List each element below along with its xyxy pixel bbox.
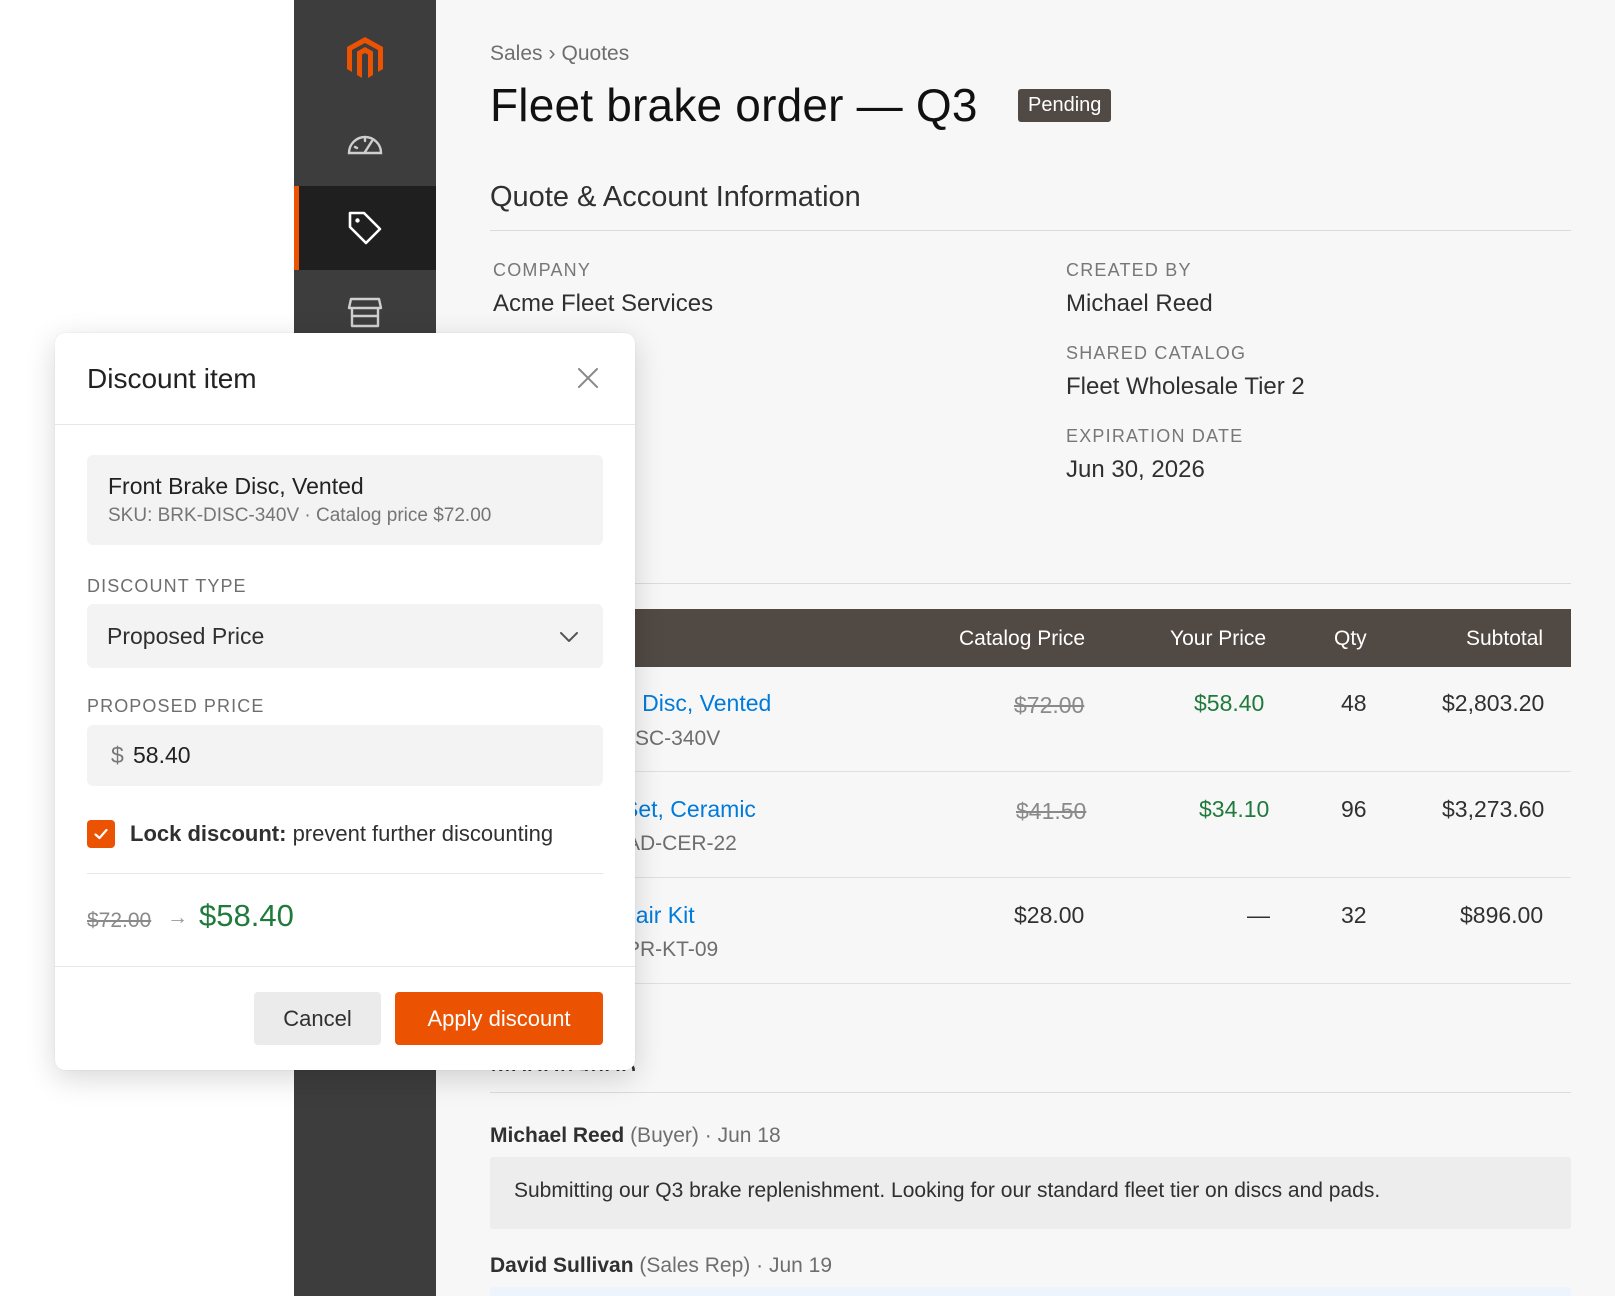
item-catalog-price: $41.50: [1016, 798, 1087, 824]
status-badge: Pending: [1018, 89, 1112, 122]
item-sku: AD-CER-22: [626, 832, 737, 855]
product-name: Front Brake Disc, Vented: [108, 473, 364, 499]
company-label: COMPANY: [493, 260, 592, 280]
page-title: Fleet brake order — Q3: [490, 79, 978, 131]
item-sku: PR-KT-09: [626, 938, 719, 961]
magento-logo-icon: [347, 37, 383, 78]
item-subtotal: $3,273.60: [1442, 796, 1545, 822]
store-icon: [347, 297, 383, 328]
section-divider: [490, 1092, 1571, 1093]
lock-discount-bold: Lock discount:: [130, 821, 287, 846]
breadcrumb-quotes-link[interactable]: Quotes: [562, 42, 630, 65]
shared-catalog-label: SHARED CATALOG: [1066, 343, 1247, 363]
item-catalog-price: $72.00: [1014, 692, 1085, 718]
items-table-header: Catalog Price Your Price Qty Subtotal: [490, 609, 1571, 667]
section-divider: [490, 583, 1571, 584]
item-qty: 96: [1341, 796, 1367, 822]
summary-divider: [87, 873, 603, 874]
item-sku: SC-340V: [635, 727, 721, 750]
magento-logo[interactable]: [294, 16, 436, 100]
column-qty: Qty: [1334, 627, 1367, 650]
checkmark-icon: [94, 828, 108, 840]
item-name-link[interactable]: Set, Ceramic: [623, 796, 756, 823]
message-bubble: Submitting our Q3 brake replenishment. L…: [490, 1157, 1571, 1229]
shared-catalog-value: Fleet Wholesale Tier 2: [1066, 373, 1305, 400]
item-your-price: —: [1247, 902, 1270, 928]
currency-symbol: $: [111, 742, 124, 768]
message-author: David Sullivan (Sales Rep) · Jun 19: [490, 1254, 832, 1278]
arrow-right-icon: →: [167, 906, 188, 929]
expiration-date-label: EXPIRATION DATE: [1066, 426, 1244, 446]
discount-type-value: Proposed Price: [107, 623, 265, 649]
tag-icon: [348, 211, 382, 245]
created-by-label: CREATED BY: [1066, 260, 1192, 280]
row-divider: [490, 771, 1571, 772]
item-subtotal: $896.00: [1460, 902, 1544, 928]
discount-type-label: DISCOUNT TYPE: [87, 576, 247, 596]
cancel-button[interactable]: Cancel: [254, 992, 381, 1045]
message-date: · Jun 18: [704, 1124, 781, 1147]
message-author-role: (Buyer): [630, 1124, 699, 1147]
message-author-name: Michael Reed: [490, 1124, 625, 1147]
item-qty: 32: [1341, 902, 1367, 928]
close-button[interactable]: [573, 363, 603, 393]
column-catalog-price: Catalog Price: [959, 627, 1086, 650]
item-name-link[interactable]: e Disc, Vented: [623, 690, 771, 717]
expiration-date-value: Jun 30, 2026: [1066, 456, 1205, 483]
message-author-name: David Sullivan: [490, 1254, 634, 1277]
breadcrumb-sales-link[interactable]: Sales: [490, 42, 543, 65]
item-your-price: $58.40: [1194, 690, 1265, 716]
summary-new-price: $58.40: [199, 898, 294, 933]
discount-type-select[interactable]: Proposed Price: [87, 604, 603, 668]
message-date: · Jun 19: [756, 1254, 833, 1277]
lock-discount-label: Lock discount: prevent further discounti…: [130, 821, 553, 847]
message-author-role: (Sales Rep): [639, 1254, 751, 1277]
item-your-price: $34.10: [1199, 796, 1270, 822]
proposed-price-value: 58.40: [133, 742, 191, 768]
breadcrumb-separator: ›: [548, 42, 556, 65]
item-catalog-price: $28.00: [1014, 902, 1085, 928]
apply-discount-button[interactable]: Apply discount: [395, 992, 603, 1045]
section-divider: [490, 230, 1571, 231]
modal-footer-divider: [55, 966, 635, 967]
dashboard-gauge-icon: [347, 135, 383, 155]
lock-discount-text: prevent further discounting: [286, 821, 554, 846]
message-bubble: [490, 1287, 1571, 1296]
nav-sales[interactable]: [294, 186, 436, 270]
chevron-down-icon: [560, 632, 578, 642]
summary-old-price: $72.00: [87, 909, 152, 932]
proposed-price-input[interactable]: $ 58.40: [87, 725, 603, 786]
nav-dashboard[interactable]: [294, 100, 436, 184]
close-icon: [578, 368, 598, 388]
product-meta: SKU: BRK-DISC-340V · Catalog price $72.0…: [108, 505, 492, 526]
column-your-price: Your Price: [1170, 627, 1267, 650]
lock-discount-checkbox[interactable]: [87, 820, 115, 848]
section-title-account: Quote & Account Information: [490, 181, 861, 213]
modal-header-divider: [55, 424, 635, 425]
item-qty: 48: [1341, 690, 1367, 716]
row-divider: [490, 877, 1571, 878]
created-by-value: Michael Reed: [1066, 290, 1213, 317]
item-subtotal: $2,803.20: [1442, 690, 1545, 716]
row-divider: [490, 983, 1571, 984]
company-value: Acme Fleet Services: [493, 290, 714, 317]
breadcrumb: Sales › Quotes: [490, 42, 629, 66]
discount-item-modal: Discount item Front Brake Disc, Vented S…: [55, 333, 635, 1070]
column-subtotal: Subtotal: [1466, 627, 1544, 650]
proposed-price-label: PROPOSED PRICE: [87, 696, 265, 716]
modal-title: Discount item: [87, 363, 257, 394]
message-author: Michael Reed (Buyer) · Jun 18: [490, 1124, 781, 1148]
product-summary: Front Brake Disc, Vented SKU: BRK-DISC-3…: [87, 455, 603, 545]
